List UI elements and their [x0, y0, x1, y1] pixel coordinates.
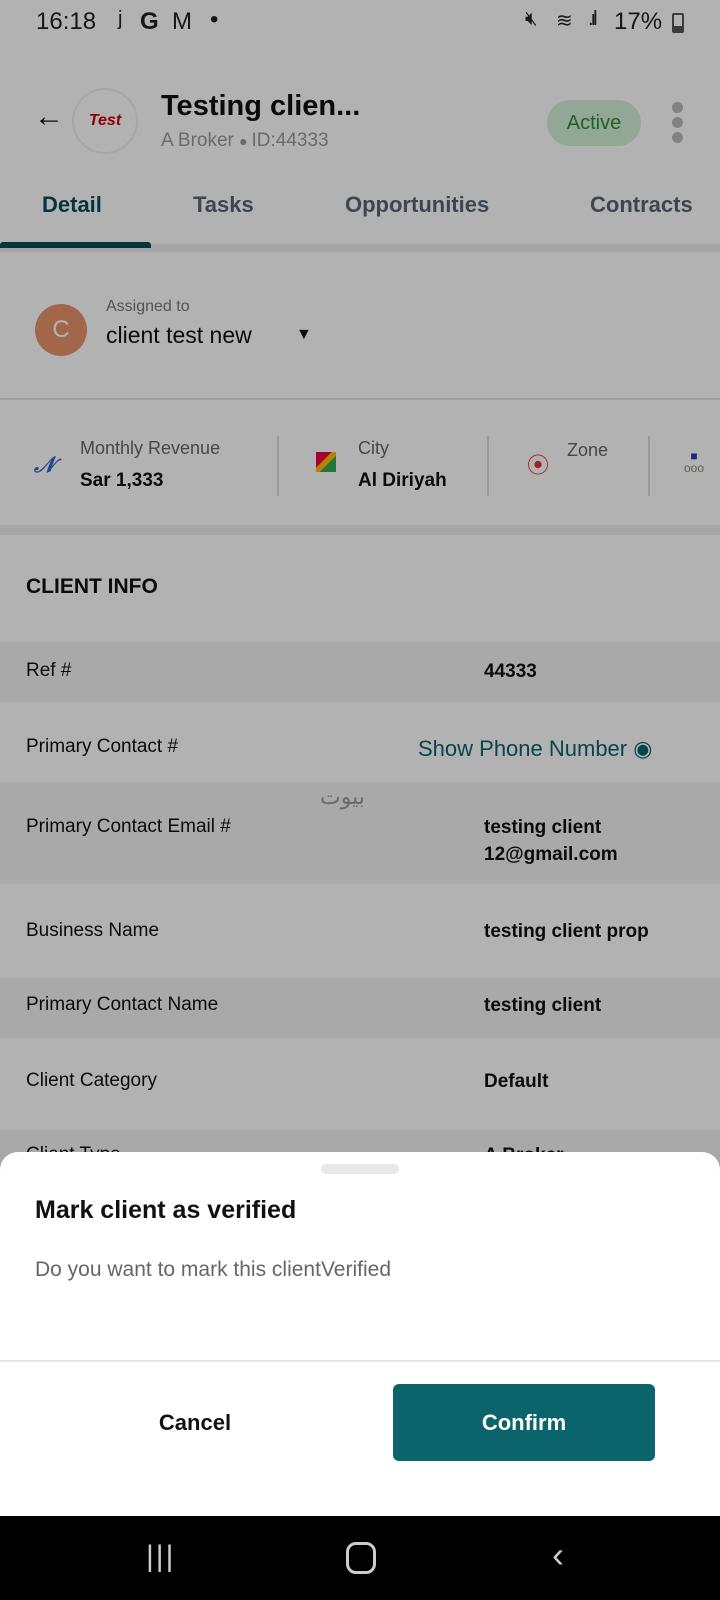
dialog-title: Mark client as verified [35, 1196, 297, 1224]
drag-handle[interactable] [321, 1164, 399, 1174]
recent-apps-icon[interactable]: ||| [146, 1540, 175, 1574]
dialog-message: Do you want to mark this clientVerified [35, 1258, 391, 1281]
system-nav-bar: ||| ‹ [0, 1516, 720, 1600]
cancel-button[interactable]: Cancel [80, 1384, 310, 1461]
home-icon[interactable] [346, 1542, 376, 1574]
divider [0, 1360, 720, 1362]
confirm-button[interactable]: Confirm [393, 1384, 655, 1461]
back-icon[interactable]: ‹ [552, 1534, 564, 1576]
verify-dialog: Mark client as verified Do you want to m… [0, 1152, 720, 1516]
